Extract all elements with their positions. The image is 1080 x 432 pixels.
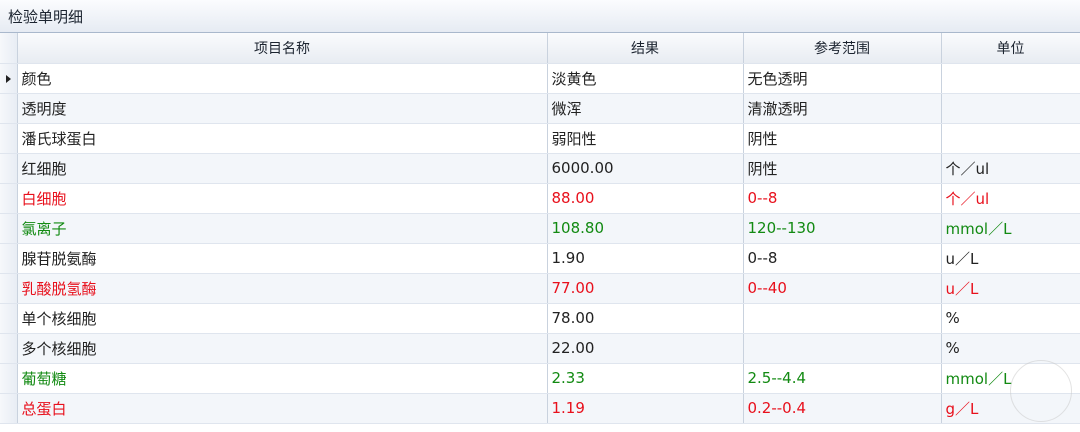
row-selector[interactable] xyxy=(0,63,18,94)
row-selector[interactable] xyxy=(0,363,18,394)
table-row[interactable]: 腺苷脱氨酶 1.90 0--8 u／L xyxy=(0,243,1080,274)
cell-unit[interactable]: 个／ul xyxy=(941,182,1080,214)
cell-unit[interactable] xyxy=(941,123,1080,154)
table-row[interactable]: 乳酸脱氢酶 77.00 0--40 u／L xyxy=(0,272,1080,304)
row-selector[interactable] xyxy=(0,153,18,184)
table-row[interactable]: 红细胞 6000.00 阴性 个／ul xyxy=(0,153,1080,184)
cell-name[interactable]: 潘氏球蛋白 xyxy=(17,123,548,154)
cell-name[interactable]: 单个核细胞 xyxy=(17,303,548,334)
cell-range[interactable]: 2.5--4.4 xyxy=(743,362,942,394)
column-header-result[interactable]: 结果 xyxy=(547,33,744,64)
cell-range[interactable]: 阴性 xyxy=(743,123,942,154)
header-row: 项目名称 结果 参考范围 单位 xyxy=(0,33,1080,64)
cell-range[interactable] xyxy=(743,333,942,364)
cell-unit[interactable] xyxy=(941,63,1080,94)
row-selector[interactable] xyxy=(0,93,18,124)
row-selector[interactable] xyxy=(0,333,18,364)
cell-result[interactable]: 108.80 xyxy=(547,212,744,244)
window-title: 检验单明细 xyxy=(0,0,1080,33)
row-selector[interactable] xyxy=(0,123,18,154)
cell-unit[interactable]: 个／ul xyxy=(941,153,1080,184)
cell-unit[interactable]: % xyxy=(941,303,1080,334)
lab-report-window: 检验单明细 项目名称 结果 参考范围 单位 颜色 淡黄色 无色透明 透明度 微浑 清澈透明… xyxy=(0,0,1080,432)
row-selector[interactable] xyxy=(0,393,18,424)
cell-range[interactable]: 0--40 xyxy=(743,272,942,304)
cell-name[interactable]: 多个核细胞 xyxy=(17,333,548,364)
column-header-name[interactable]: 项目名称 xyxy=(17,33,548,64)
cell-result[interactable]: 2.33 xyxy=(547,362,744,394)
cell-result[interactable]: 6000.00 xyxy=(547,153,744,184)
table-row[interactable]: 总蛋白 1.19 0.2--0.4 g／L xyxy=(0,392,1080,424)
cell-result[interactable]: 22.00 xyxy=(547,333,744,364)
column-header-range[interactable]: 参考范围 xyxy=(743,33,942,64)
cell-unit[interactable]: u／L xyxy=(941,243,1080,274)
table-row[interactable]: 葡萄糖 2.33 2.5--4.4 mmol／L xyxy=(0,362,1080,394)
row-selector[interactable] xyxy=(0,243,18,274)
table-row[interactable]: 潘氏球蛋白 弱阳性 阴性 xyxy=(0,123,1080,154)
cell-range[interactable]: 0--8 xyxy=(743,182,942,214)
cell-name[interactable]: 颜色 xyxy=(17,63,548,94)
cell-unit[interactable]: mmol／L xyxy=(941,362,1080,394)
cell-result[interactable]: 78.00 xyxy=(547,303,744,334)
table-row[interactable]: 单个核细胞 78.00% xyxy=(0,303,1080,334)
cell-range[interactable]: 120--130 xyxy=(743,212,942,244)
cell-unit[interactable]: % xyxy=(941,333,1080,364)
cell-range[interactable] xyxy=(743,303,942,334)
row-selector[interactable] xyxy=(0,183,18,214)
cell-result[interactable]: 淡黄色 xyxy=(547,63,744,94)
row-selector[interactable] xyxy=(0,213,18,244)
cell-name[interactable]: 腺苷脱氨酶 xyxy=(17,243,548,274)
cell-result[interactable]: 1.90 xyxy=(547,243,744,274)
row-selector[interactable] xyxy=(0,303,18,334)
cell-result[interactable]: 88.00 xyxy=(547,182,744,214)
table-row[interactable]: 氯离子 108.80 120--130 mmol／L xyxy=(0,212,1080,244)
cell-result[interactable]: 弱阳性 xyxy=(547,123,744,154)
cell-name[interactable]: 红细胞 xyxy=(17,153,548,184)
cell-result[interactable]: 微浑 xyxy=(547,93,744,124)
column-header-unit[interactable]: 单位 xyxy=(941,33,1080,64)
cell-name[interactable]: 总蛋白 xyxy=(17,392,548,424)
cell-result[interactable]: 1.19 xyxy=(547,392,744,424)
cell-name[interactable]: 氯离子 xyxy=(17,212,548,244)
table-row[interactable]: 多个核细胞 22.00% xyxy=(0,333,1080,364)
current-row-arrow-icon xyxy=(6,75,11,83)
cell-name[interactable]: 乳酸脱氢酶 xyxy=(17,272,548,304)
cell-name[interactable]: 透明度 xyxy=(17,93,548,124)
row-selector[interactable] xyxy=(0,273,18,304)
cell-unit[interactable]: g／L xyxy=(941,392,1080,424)
cell-unit[interactable]: mmol／L xyxy=(941,212,1080,244)
cell-name[interactable]: 白细胞 xyxy=(17,182,548,214)
cell-result[interactable]: 77.00 xyxy=(547,272,744,304)
cell-unit[interactable] xyxy=(941,93,1080,124)
table-row[interactable]: 透明度 微浑 清澈透明 xyxy=(0,93,1080,124)
lab-results-grid: 项目名称 结果 参考范围 单位 颜色 淡黄色 无色透明 透明度 微浑 清澈透明 潘氏球蛋白弱… xyxy=(0,33,1080,424)
table-row[interactable]: 白细胞 88.00 0--8 个／ul xyxy=(0,182,1080,214)
row-header-corner xyxy=(0,33,18,64)
cell-unit[interactable]: u／L xyxy=(941,272,1080,304)
cell-range[interactable]: 无色透明 xyxy=(743,63,942,94)
cell-range[interactable]: 0--8 xyxy=(743,243,942,274)
cell-range[interactable]: 0.2--0.4 xyxy=(743,392,942,424)
table-row[interactable]: 颜色 淡黄色 无色透明 xyxy=(0,63,1080,94)
cell-range[interactable]: 阴性 xyxy=(743,153,942,184)
cell-name[interactable]: 葡萄糖 xyxy=(17,362,548,394)
cell-range[interactable]: 清澈透明 xyxy=(743,93,942,124)
